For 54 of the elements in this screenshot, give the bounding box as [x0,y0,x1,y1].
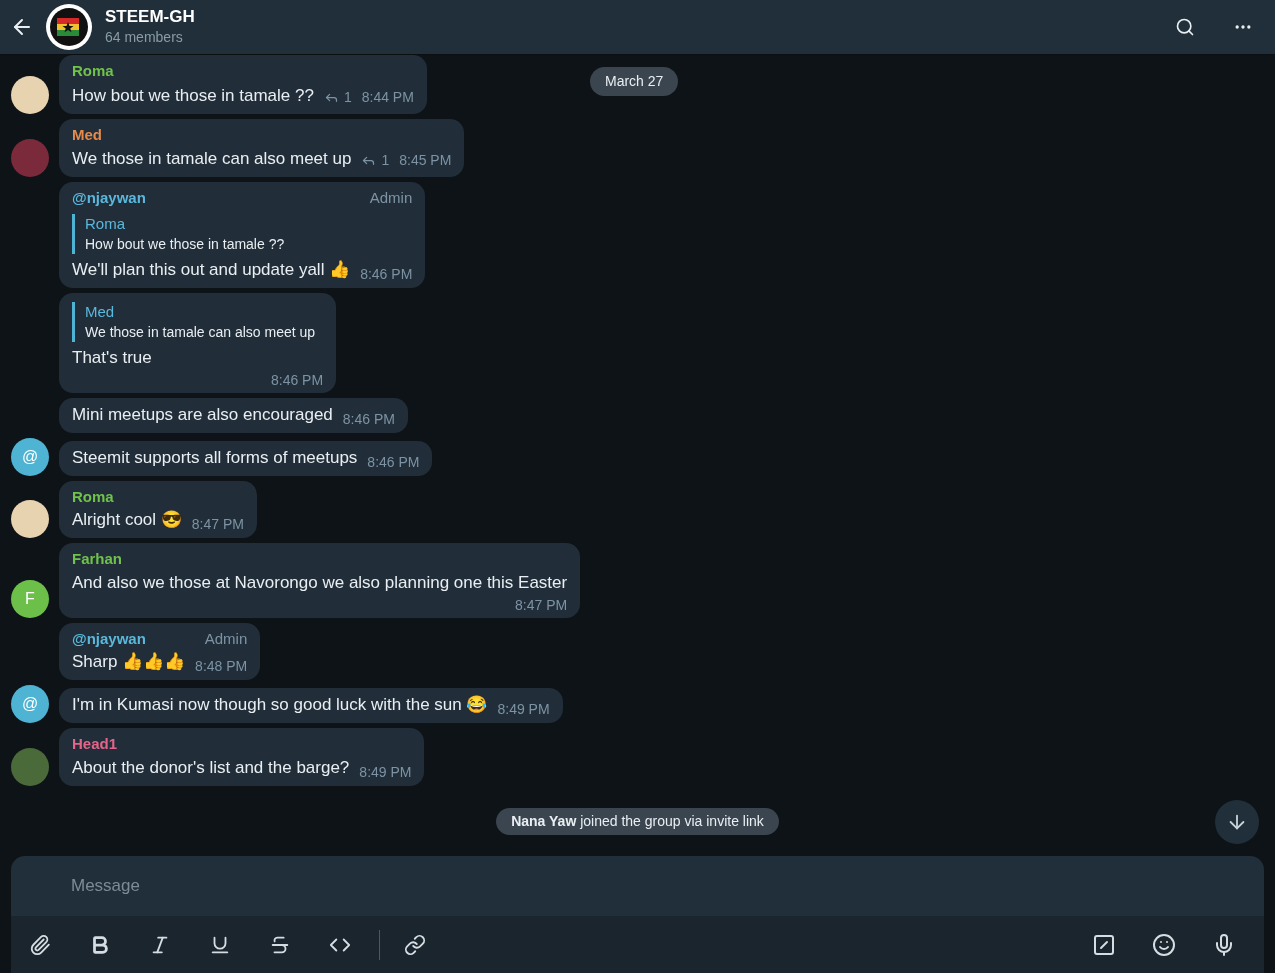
sender-name[interactable]: Med [72,123,102,146]
message-text: I'm in Kumasi now though so good luck with the sun 😂 [72,694,488,716]
link-icon[interactable] [404,933,426,956]
message-text: That's true [72,346,153,369]
search-icon[interactable] [1175,17,1195,37]
date-pill: March 27 [590,67,679,96]
quoted-author: Roma [85,213,126,234]
quoted-text: How bout we those in tamale ?? [85,234,286,254]
message-time: 8:49 PM [359,762,412,782]
message-input[interactable]: Message [71,873,1264,899]
message-time: 8:49 PM [497,700,550,719]
message-time: 8:45 PM [399,151,452,170]
message-text: Mini meetups are also encouraged [72,403,333,426]
message-time: 8:47 PM [191,515,244,534]
message-time: 8:47 PM [515,595,568,615]
sender-name[interactable]: @njaywan [72,187,146,210]
group-logo-icon[interactable] [46,4,92,50]
message-text: We those in tamale can also meet up [72,148,352,170]
sender-name[interactable]: @njaywan [72,627,146,650]
message-text: We'll plan this out and update yall 👍 [72,258,351,281]
quoted-author: Med [85,301,116,322]
attach-icon[interactable] [29,933,51,956]
sender-name[interactable]: Roma [72,60,114,83]
admin-label: Admin [204,628,248,649]
message-text: Alright cool 😎 [72,509,182,531]
quoted-text: We those in tamale can also meet up [85,322,316,342]
reply-count[interactable]: 1 [323,86,352,108]
message-time: 8:46 PM [270,370,324,390]
command-icon[interactable] [1092,932,1116,957]
sender-name[interactable]: Head1 [72,733,118,756]
sender-name[interactable]: Roma [72,485,114,508]
avatar-photo-placeholder[interactable] [11,500,49,538]
avatar-photo-placeholder[interactable] [11,75,49,114]
message-text: And also we those at Navorongo we also planning one this Easter [72,571,568,594]
admin-label: Admin [369,188,413,208]
quoted-reply[interactable]: Roma How bout we those in tamale ?? [72,213,413,254]
group-title[interactable]: STEEM-GH [105,7,195,27]
reply-count[interactable]: 1 [361,150,390,171]
message-text: Sharp 👍👍👍 [72,651,186,673]
message-time: 8:48 PM [195,657,248,676]
message-field[interactable]: Message [11,856,1264,916]
message-time: 8:46 PM [367,452,420,472]
message-text: About the donor's list and the barge? [72,756,350,779]
scroll-down-button[interactable] [1215,800,1259,844]
message-time: 8:46 PM [360,264,413,284]
message-time: 8:44 PM [361,87,414,107]
sender-name[interactable]: Farhan [72,548,122,571]
emoji-icon[interactable] [1152,932,1176,957]
message-time: 8:46 PM [342,409,395,429]
quoted-reply[interactable]: Med We those in tamale can also meet up [72,301,324,342]
service-message: Nana Yaw joined the group via invite link [496,807,779,835]
message-text: How bout we those in tamale ?? [72,84,314,107]
member-count: 64 members [105,28,184,47]
message-text: Steemit supports all forms of meetups [72,446,358,469]
